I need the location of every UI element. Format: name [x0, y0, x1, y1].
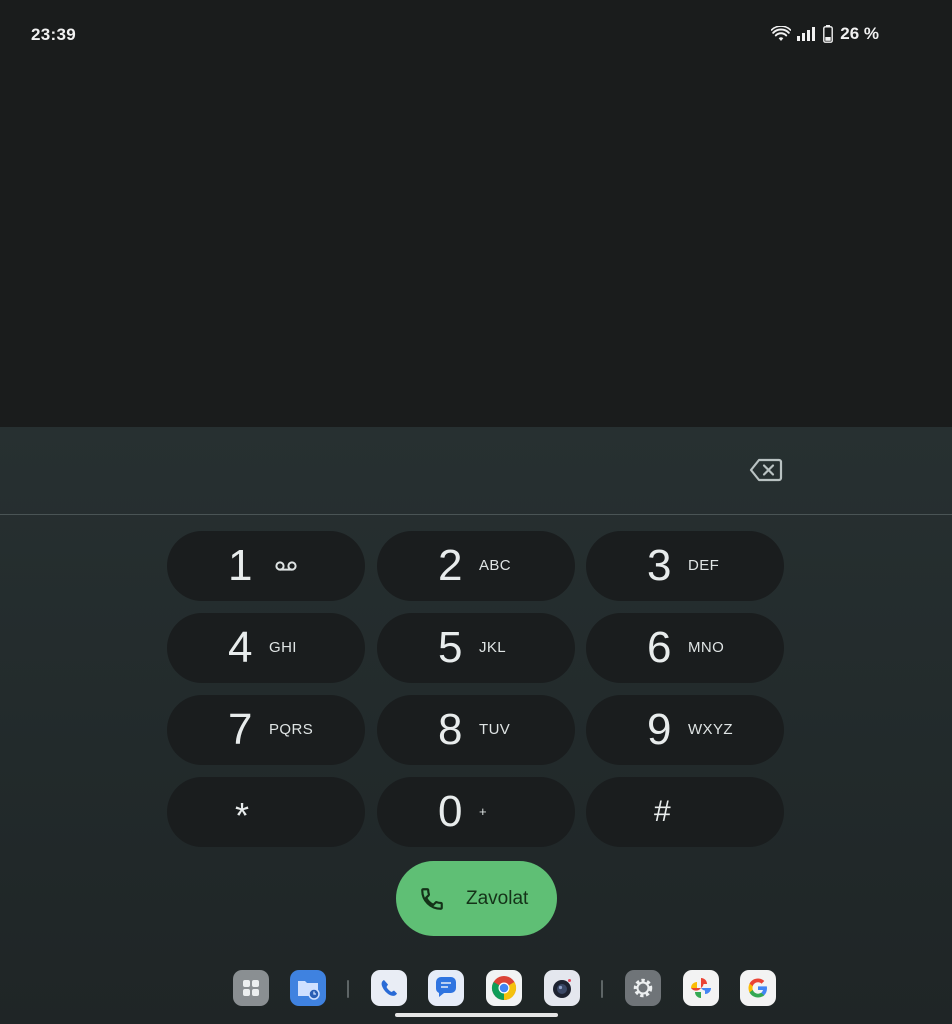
dial-key-letters: GHI — [269, 639, 297, 656]
dial-key-letters: JKL — [479, 639, 507, 656]
voicemail-icon — [275, 561, 297, 571]
dial-key-8[interactable]: 8 TUV — [377, 695, 575, 765]
dial-key-digit: # — [654, 795, 671, 828]
dial-key-1[interactable]: 1 — [167, 531, 365, 601]
dial-key-letters: ABC — [479, 557, 512, 574]
photos-icon[interactable] — [683, 970, 719, 1006]
phone-dialer-screen: 23:39 26 % 1 2 ABC 3 DEF 4 GHI 5 JKL 6 M… — [0, 0, 952, 1024]
dial-key-digit: 9 — [647, 705, 672, 754]
phone-icon — [421, 888, 443, 910]
call-button-label: Zavolat — [466, 888, 529, 909]
dial-key-letters: PQRS — [269, 721, 314, 738]
status-time: 23:39 — [31, 25, 76, 44]
signal-icon — [797, 27, 816, 41]
dial-key-5[interactable]: 5 JKL — [377, 613, 575, 683]
phone-icon[interactable] — [371, 970, 407, 1006]
dial-key-hash[interactable]: # — [586, 777, 784, 847]
dial-key-digit: 5 — [438, 623, 463, 672]
battery-percentage: 26 % — [840, 24, 879, 43]
dial-key-digit: 4 — [228, 623, 253, 672]
status-bar: 23:39 26 % — [0, 0, 952, 72]
dial-key-digit: 1 — [228, 541, 253, 590]
camera-icon[interactable] — [544, 970, 580, 1006]
taskbar — [0, 970, 952, 1010]
chrome-icon[interactable] — [486, 970, 522, 1006]
battery-icon — [823, 25, 834, 43]
dial-key-digit: 8 — [438, 705, 463, 754]
dialpad-panel: 1 2 ABC 3 DEF 4 GHI 5 JKL 6 MNO 7 PQRS 8… — [0, 427, 952, 1024]
taskbar-divider — [347, 980, 349, 998]
dial-key-9[interactable]: 9 WXYZ — [586, 695, 784, 765]
dial-key-letters: TUV — [479, 721, 511, 738]
dial-key-digit: 3 — [647, 541, 672, 590]
dial-key-digit: 7 — [228, 705, 253, 754]
dial-key-digit: * — [235, 795, 250, 836]
files-icon[interactable] — [290, 970, 326, 1006]
dial-key-letters: + — [479, 804, 487, 819]
dial-key-digit: 0 — [438, 787, 463, 836]
taskbar-divider — [601, 980, 603, 998]
status-icons: 26 % — [771, 24, 879, 44]
dial-key-digit: 2 — [438, 541, 463, 590]
dial-key-letters: DEF — [688, 557, 720, 574]
dial-key-4[interactable]: 4 GHI — [167, 613, 365, 683]
home-gesture-handle[interactable] — [395, 1013, 558, 1017]
dialed-number-field[interactable] — [0, 427, 952, 515]
dial-key-3[interactable]: 3 DEF — [586, 531, 784, 601]
call-button[interactable]: Zavolat — [396, 861, 557, 936]
dial-key-7[interactable]: 7 PQRS — [167, 695, 365, 765]
dial-key-star[interactable]: * — [167, 777, 365, 847]
wifi-icon — [771, 26, 792, 41]
backspace-icon[interactable] — [749, 457, 783, 483]
dial-key-letters: WXYZ — [688, 721, 733, 738]
dial-key-0[interactable]: 0 + — [377, 777, 575, 847]
dial-key-2[interactable]: 2 ABC — [377, 531, 575, 601]
google-icon[interactable] — [740, 970, 776, 1006]
app-drawer-icon[interactable] — [233, 970, 269, 1006]
messages-icon[interactable] — [428, 970, 464, 1006]
dial-key-6[interactable]: 6 MNO — [586, 613, 784, 683]
dial-key-letters: MNO — [688, 639, 725, 656]
settings-icon[interactable] — [625, 970, 661, 1006]
dial-key-digit: 6 — [647, 623, 672, 672]
